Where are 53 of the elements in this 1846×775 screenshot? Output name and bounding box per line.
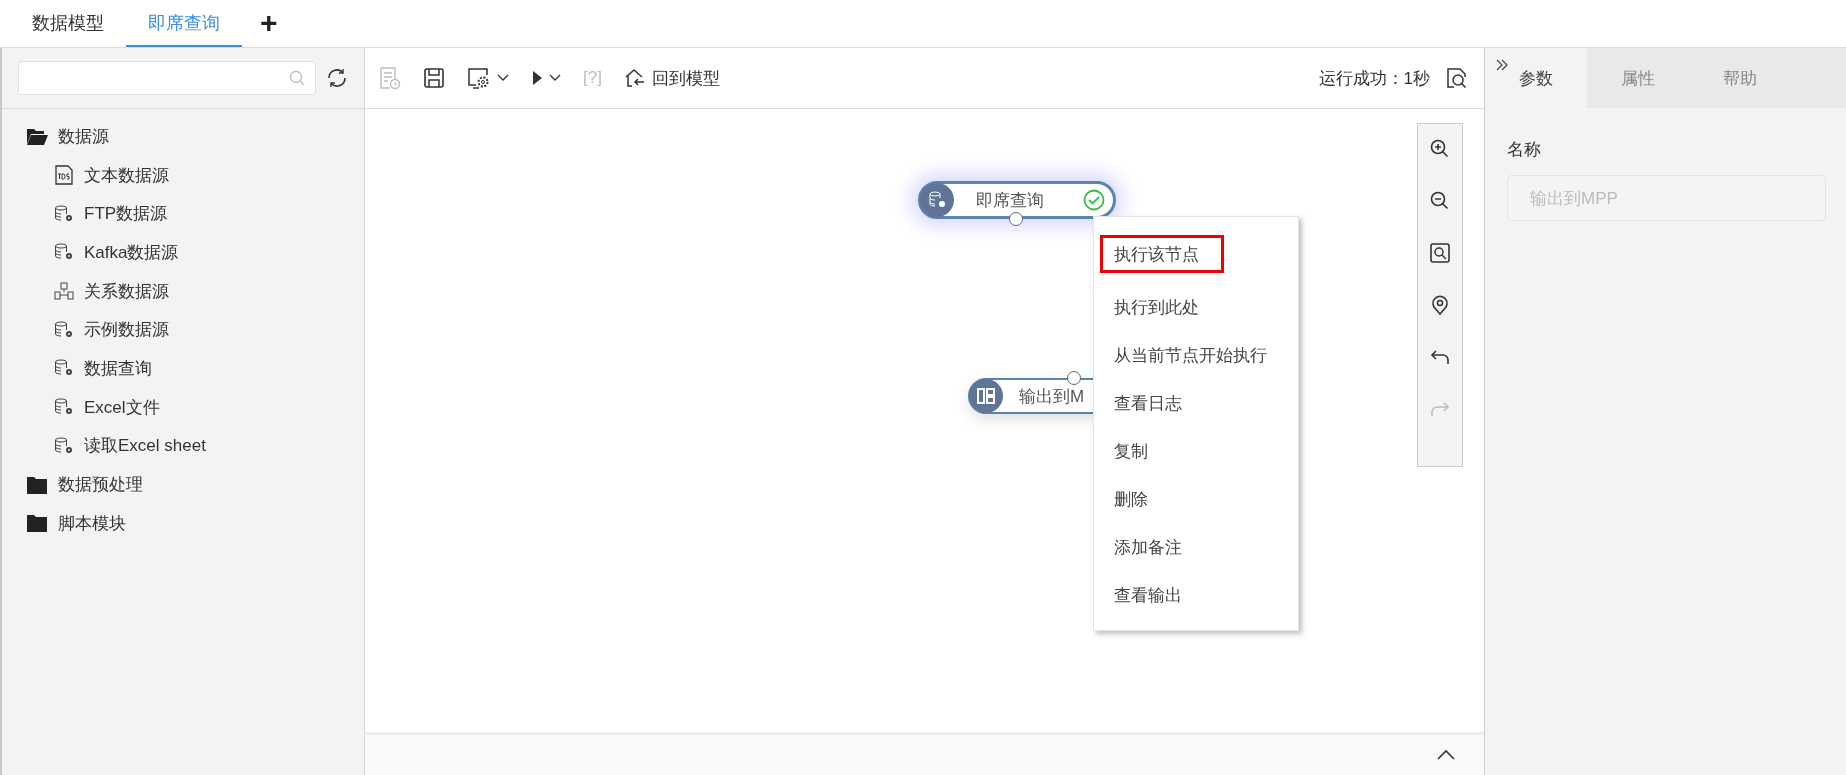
node-port[interactable] <box>1009 212 1023 226</box>
tree-item[interactable]: 关系数据源 <box>2 271 364 311</box>
tree-item[interactable]: FTP数据源 <box>2 194 364 234</box>
menu-item[interactable]: 执行该节点 <box>1100 235 1224 273</box>
database-gear-icon <box>54 359 74 378</box>
top-tab[interactable]: 数据模型 <box>10 0 126 47</box>
tree-item[interactable]: 读取Excel sheet <box>2 426 364 466</box>
folder-icon <box>26 475 48 494</box>
node-port[interactable] <box>1067 371 1081 385</box>
tree-folder[interactable]: 数据预处理 <box>2 465 364 504</box>
play-icon[interactable] <box>531 70 543 86</box>
field-label: 名称 <box>1507 139 1542 161</box>
tree-item[interactable]: 文本数据源 <box>2 155 364 195</box>
chevron-up-icon[interactable] <box>1436 749 1456 761</box>
settings-dropdown-button[interactable] <box>467 66 509 90</box>
chevron-down-icon[interactable] <box>549 74 561 82</box>
folder-icon <box>26 514 48 533</box>
tree-item[interactable]: Excel文件 <box>2 387 364 427</box>
log-search-icon[interactable] <box>1446 67 1468 89</box>
menu-item[interactable]: 复制 <box>1094 427 1298 475</box>
add-tab-button[interactable]: + <box>242 0 296 47</box>
database-gear-icon <box>920 183 954 217</box>
search-field[interactable] <box>18 61 316 95</box>
run-dropdown-button[interactable] <box>531 70 561 86</box>
chevron-down-icon[interactable] <box>497 74 509 82</box>
database-gear-icon <box>54 204 74 223</box>
database-gear-icon <box>54 243 74 262</box>
relational-database-icon <box>54 282 74 301</box>
back-to-model-button[interactable]: 回到模型 <box>623 66 720 90</box>
double-chevron-right-icon[interactable] <box>1495 58 1509 72</box>
success-check-icon <box>1083 189 1105 211</box>
layout-panel-icon <box>969 379 1003 413</box>
run-status-text: 运行成功：1秒 <box>1318 67 1430 90</box>
database-gear-icon <box>54 320 74 339</box>
search-icon <box>289 70 305 86</box>
tree-item[interactable]: Kafka数据源 <box>2 233 364 272</box>
menu-item[interactable]: 删除 <box>1094 475 1298 523</box>
save-button[interactable] <box>423 67 445 89</box>
menu-item[interactable]: 添加备注 <box>1094 523 1298 571</box>
tree-folder[interactable]: 数据源 <box>2 117 364 156</box>
refresh-icon[interactable] <box>326 67 348 89</box>
open-folder-icon <box>26 127 48 146</box>
database-gear-icon <box>54 398 74 417</box>
menu-item[interactable]: 查看输出 <box>1094 571 1298 619</box>
menu-item[interactable]: 从当前节点开始执行 <box>1094 331 1298 379</box>
tree-item[interactable]: 示例数据源 <box>2 310 364 350</box>
database-gear-icon <box>54 436 74 455</box>
tree-item[interactable]: 数据查询 <box>2 349 364 388</box>
house-arrow-icon <box>623 68 646 88</box>
menu-item[interactable]: 执行到此处 <box>1094 283 1298 331</box>
text-file-icon <box>54 165 74 186</box>
flow-node[interactable]: 即席查询 <box>918 181 1116 219</box>
tree-folder[interactable]: 脚本模块 <box>2 503 364 543</box>
